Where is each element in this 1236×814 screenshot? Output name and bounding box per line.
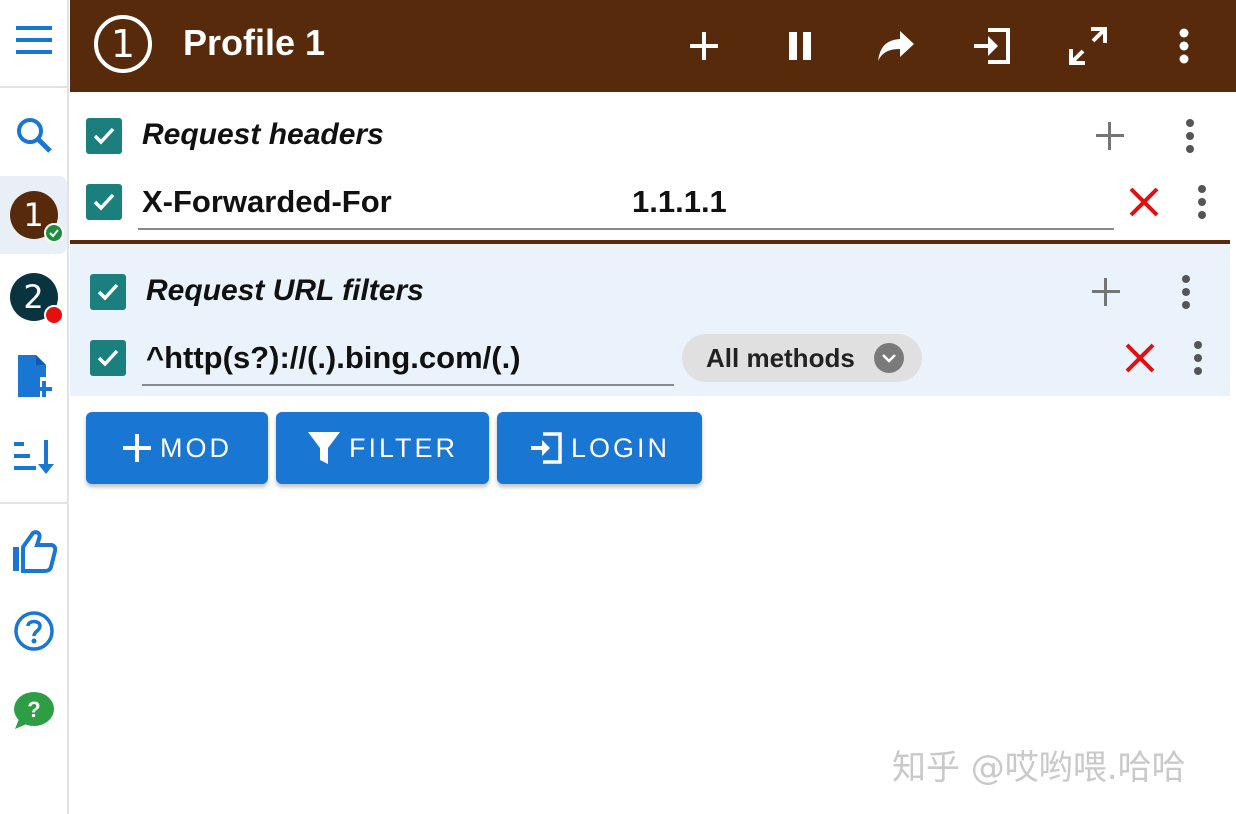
- close-icon: [1129, 187, 1159, 217]
- profile-header: 1 Profile 1: [70, 0, 1236, 92]
- input-underline: [138, 228, 1114, 230]
- header-name-input[interactable]: X-Forwarded-For: [142, 184, 392, 220]
- profile-avatar: 2: [9, 273, 64, 325]
- fullscreen-button[interactable]: [1062, 20, 1114, 72]
- more-vert-icon: [1194, 341, 1202, 375]
- section-title: Request headers: [142, 118, 384, 151]
- sidebar-profile-2[interactable]: 2: [0, 258, 67, 336]
- check-icon: [97, 283, 119, 301]
- login-label: LOGIN: [570, 432, 671, 463]
- import-icon: [974, 28, 1010, 64]
- url-filters-section: Request URL filters ^http(s?)://(.).bing…: [70, 244, 1230, 396]
- section-menu-button[interactable]: [1172, 272, 1200, 312]
- search-button[interactable]: [0, 106, 67, 164]
- expand-icon: [1069, 27, 1107, 65]
- row-menu-button[interactable]: [1188, 182, 1216, 222]
- watermark: 知乎 @哎哟喂.哈哈: [892, 748, 1186, 788]
- check-icon: [93, 193, 115, 211]
- add-button[interactable]: [678, 20, 730, 72]
- header-row-checkbox[interactable]: [86, 184, 122, 220]
- section-checkbox[interactable]: [86, 118, 122, 154]
- login-icon: [530, 432, 562, 464]
- row-menu-button[interactable]: [1184, 338, 1212, 378]
- plus-icon: [690, 32, 718, 60]
- thumbs-up-icon: [12, 530, 57, 573]
- share-button[interactable]: [870, 20, 922, 72]
- filter-icon: [307, 432, 340, 464]
- section-menu-button[interactable]: [1176, 116, 1204, 156]
- add-filter-action-button[interactable]: FILTER: [276, 412, 489, 484]
- section-title: Request URL filters: [146, 274, 424, 307]
- menu-icon: [15, 26, 52, 54]
- check-badge-icon: [43, 223, 64, 243]
- sidebar-divider: [0, 502, 67, 504]
- chat-help-icon: ?: [13, 692, 54, 729]
- header-value-input[interactable]: 1.1.1.1: [632, 184, 727, 220]
- add-profile-button[interactable]: [0, 348, 67, 404]
- svg-text:?: ?: [27, 697, 40, 722]
- close-icon: [1125, 343, 1155, 373]
- profile-number-circle: 1: [94, 15, 152, 73]
- add-filter-label: FILTER: [348, 432, 458, 463]
- login-button[interactable]: LOGIN: [497, 412, 702, 484]
- chevron-down-icon: [874, 343, 904, 373]
- disabled-badge-icon: [43, 305, 64, 325]
- pause-button[interactable]: [774, 20, 826, 72]
- help-button[interactable]: [0, 602, 67, 660]
- more-menu-button[interactable]: [1158, 20, 1210, 72]
- plus-icon: [123, 434, 151, 462]
- profile-number: 1: [110, 22, 136, 66]
- sidebar-profile-1[interactable]: 1: [0, 176, 67, 254]
- profile-number: 2: [23, 278, 44, 316]
- add-filter-button[interactable]: [1088, 270, 1124, 314]
- input-underline: [142, 384, 674, 386]
- sort-icon: [13, 440, 54, 474]
- rate-button[interactable]: [0, 522, 67, 580]
- add-header-button[interactable]: [1092, 114, 1128, 158]
- check-icon: [97, 349, 119, 367]
- more-vert-icon: [1182, 275, 1190, 309]
- sidebar-divider: [0, 86, 67, 88]
- filter-row-checkbox[interactable]: [90, 340, 126, 376]
- sort-button[interactable]: [0, 428, 67, 484]
- more-vert-icon: [1179, 28, 1189, 64]
- more-vert-icon: [1198, 185, 1206, 219]
- menu-button[interactable]: [0, 12, 67, 68]
- page-title: Profile 1: [183, 22, 326, 63]
- delete-filter-button[interactable]: [1122, 340, 1158, 376]
- request-headers-section: Request headers X-Forwarded-For 1.1.1.1: [70, 92, 1230, 242]
- plus-icon: [1096, 122, 1124, 150]
- check-icon: [93, 127, 115, 145]
- add-file-icon: [17, 355, 52, 397]
- feedback-button[interactable]: ?: [0, 682, 67, 740]
- profile-number: 1: [23, 196, 44, 234]
- profile-avatar: 1: [9, 191, 64, 243]
- more-vert-icon: [1186, 119, 1194, 153]
- delete-header-button[interactable]: [1126, 184, 1162, 220]
- add-mod-button[interactable]: MOD: [86, 412, 268, 484]
- search-icon: [16, 118, 52, 153]
- method-select-value: All methods: [706, 342, 855, 373]
- pause-icon: [789, 32, 811, 60]
- help-icon: [13, 611, 54, 651]
- method-select[interactable]: All methods: [682, 334, 922, 382]
- share-icon: [878, 31, 914, 61]
- plus-icon: [1092, 278, 1120, 306]
- url-pattern-input[interactable]: ^http(s?)://(.).bing.com/(.): [146, 340, 521, 376]
- import-button[interactable]: [966, 20, 1018, 72]
- sidebar: 1 2 ?: [0, 0, 69, 814]
- add-mod-label: MOD: [160, 432, 232, 463]
- section-checkbox[interactable]: [90, 274, 126, 310]
